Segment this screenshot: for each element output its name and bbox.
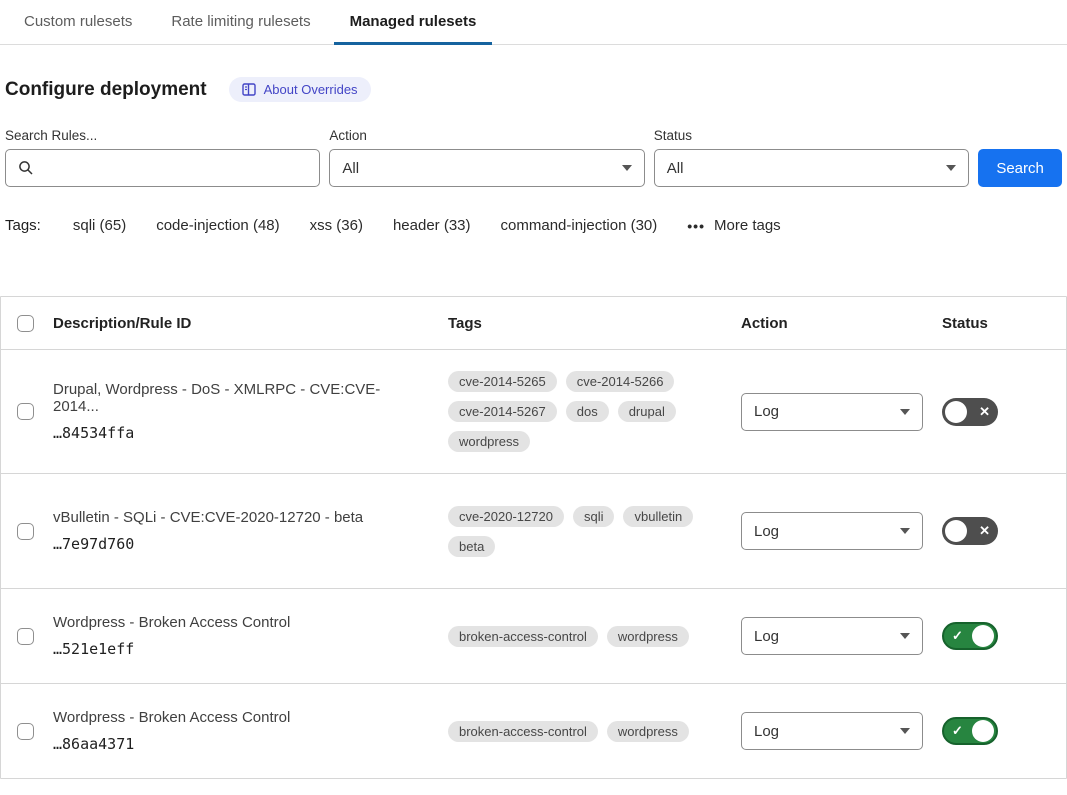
ellipsis-icon: ••• [687,218,705,234]
rule-id: …86aa4371 [53,735,424,753]
search-input-wrapper [5,149,320,187]
tab-rate-limiting-rulesets[interactable]: Rate limiting rulesets [155,0,326,45]
page-title: Configure deployment [5,79,207,101]
status-filter-value: All [667,160,684,177]
status-filter-select[interactable]: All [654,149,969,187]
tag-pill: broken-access-control [448,626,598,647]
table-row: Wordpress - Broken Access Control …86aa4… [1,683,1066,778]
rule-description: vBulletin - SQLi - CVE:CVE-2020-12720 - … [53,509,424,526]
table-row: Wordpress - Broken Access Control …521e1… [1,588,1066,683]
action-filter-select[interactable]: All [329,149,644,187]
toggle-knob [945,401,967,423]
rule-status-toggle[interactable]: ✕ [942,517,998,545]
search-input[interactable] [42,160,307,177]
check-icon: ✓ [952,628,963,644]
table-header-row: Description/Rule ID Tags Action Status [1,297,1066,349]
action-filter-label: Action [329,128,644,143]
toggle-knob [945,520,967,542]
toggle-knob [972,625,994,647]
rule-tags: broken-access-control wordpress [448,703,710,760]
rule-id: …7e97d760 [53,535,424,553]
rules-table: Description/Rule ID Tags Action Status D… [0,296,1067,779]
toggle-knob [972,720,994,742]
search-button[interactable]: Search [978,149,1062,187]
column-header-status: Status [942,315,1066,332]
rule-status-toggle[interactable]: ✕ [942,398,998,426]
about-overrides-label: About Overrides [264,82,358,97]
status-filter-label: Status [654,128,969,143]
rule-description: Wordpress - Broken Access Control [53,614,424,631]
rule-action-value: Log [754,723,779,740]
tag-pill: wordpress [607,626,689,647]
column-header-tags: Tags [448,315,741,332]
select-all-checkbox[interactable] [17,315,34,332]
tag-pill: broken-access-control [448,721,598,742]
rule-id: …521e1eff [53,640,424,658]
rule-tags: cve-2014-5265 cve-2014-5266 cve-2014-526… [448,353,710,470]
tag-pill: drupal [618,401,676,422]
rule-action-value: Log [754,523,779,540]
filters-row: Search Rules... Action All Status All [5,128,1062,187]
table-row: Drupal, Wordpress - DoS - XMLRPC - CVE:C… [1,349,1066,473]
chevron-down-icon [900,528,910,534]
rule-action-value: Log [754,403,779,420]
rule-action-select[interactable]: Log [741,393,923,431]
rule-status-toggle[interactable]: ✓ [942,717,998,745]
rule-status-toggle[interactable]: ✓ [942,622,998,650]
tag-filter-command-injection[interactable]: command-injection (30) [501,217,658,234]
rule-description: Wordpress - Broken Access Control [53,709,424,726]
more-tags-button[interactable]: ••• More tags [687,217,780,234]
rule-id: …84534ffa [53,424,424,442]
tag-pill: beta [448,536,495,557]
chevron-down-icon [900,728,910,734]
tab-custom-rulesets[interactable]: Custom rulesets [8,0,148,45]
tag-filter-code-injection[interactable]: code-injection (48) [156,217,279,234]
rule-action-select[interactable]: Log [741,617,923,655]
tag-pill: vbulletin [623,506,693,527]
tags-bar-label: Tags: [5,217,41,234]
row-checkbox[interactable] [17,403,34,420]
chevron-down-icon [900,633,910,639]
tag-filter-header[interactable]: header (33) [393,217,471,234]
rule-action-select[interactable]: Log [741,712,923,750]
chevron-down-icon [900,409,910,415]
ruleset-tabs: Custom rulesets Rate limiting rulesets M… [0,0,1067,45]
search-rules-label: Search Rules... [5,128,320,143]
tag-pill: cve-2014-5266 [566,371,675,392]
about-overrides-badge[interactable]: About Overrides [229,77,371,102]
check-icon: ✓ [952,723,963,739]
tag-pill: cve-2014-5267 [448,401,557,422]
rule-description: Drupal, Wordpress - DoS - XMLRPC - CVE:C… [53,381,424,415]
row-checkbox[interactable] [17,723,34,740]
rule-action-value: Log [754,628,779,645]
tag-filter-xss[interactable]: xss (36) [310,217,363,234]
column-header-description: Description/Rule ID [53,315,448,332]
tag-pill: dos [566,401,609,422]
action-filter-value: All [342,160,359,177]
table-row: vBulletin - SQLi - CVE:CVE-2020-12720 - … [1,473,1066,588]
heading-row: Configure deployment About Overrides [5,77,1062,102]
rule-tags: cve-2020-12720 sqli vbulletin beta [448,488,710,575]
tag-filter-sqli[interactable]: sqli (65) [73,217,126,234]
chevron-down-icon [946,165,956,171]
chevron-down-icon [622,165,632,171]
tab-managed-rulesets[interactable]: Managed rulesets [334,0,493,45]
search-icon [18,160,34,176]
tag-pill: cve-2020-12720 [448,506,564,527]
row-checkbox[interactable] [17,523,34,540]
x-icon: ✕ [979,523,990,539]
tags-bar: Tags: sqli (65) code-injection (48) xss … [5,217,1062,234]
rule-tags: broken-access-control wordpress [448,608,710,665]
tag-pill: wordpress [607,721,689,742]
row-checkbox[interactable] [17,628,34,645]
tag-pill: wordpress [448,431,530,452]
rule-action-select[interactable]: Log [741,512,923,550]
book-icon [242,83,256,96]
column-header-action: Action [741,315,942,332]
tag-pill: sqli [573,506,615,527]
more-tags-label: More tags [714,217,781,234]
tag-pill: cve-2014-5265 [448,371,557,392]
x-icon: ✕ [979,404,990,420]
